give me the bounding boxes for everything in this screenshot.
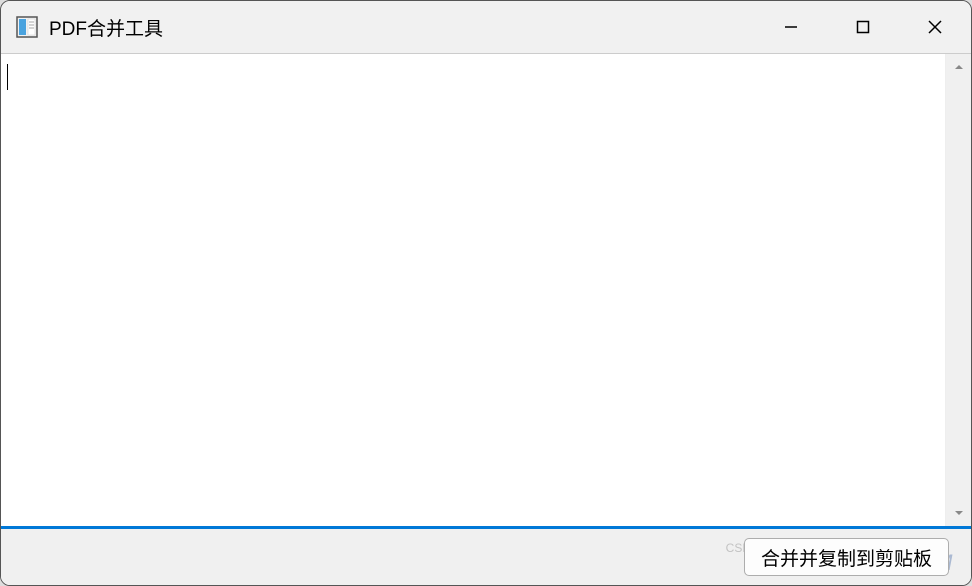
app-window: PDF合并工具	[0, 0, 972, 586]
scroll-down-button[interactable]	[946, 500, 971, 526]
minimize-button[interactable]	[755, 1, 827, 53]
bottom-bar: CSD 合并并复制到剪贴板 开发者 DevZe.CoM	[1, 529, 971, 585]
merge-copy-button[interactable]: 合并并复制到剪贴板	[744, 538, 949, 576]
app-icon	[15, 15, 39, 39]
window-controls	[755, 1, 971, 53]
maximize-icon	[856, 20, 870, 34]
maximize-button[interactable]	[827, 1, 899, 53]
title-bar[interactable]: PDF合并工具	[1, 1, 971, 53]
textarea-container	[1, 53, 971, 529]
content-area: CSD 合并并复制到剪贴板 开发者 DevZe.CoM	[1, 53, 971, 585]
scroll-up-button[interactable]	[946, 54, 971, 80]
main-textarea[interactable]	[1, 54, 945, 526]
vertical-scrollbar[interactable]	[945, 54, 971, 526]
text-cursor	[7, 64, 8, 90]
chevron-up-icon	[953, 61, 965, 73]
chevron-down-icon	[953, 507, 965, 519]
minimize-icon	[783, 19, 799, 35]
close-button[interactable]	[899, 1, 971, 53]
window-title: PDF合并工具	[49, 14, 755, 41]
close-icon	[927, 19, 943, 35]
